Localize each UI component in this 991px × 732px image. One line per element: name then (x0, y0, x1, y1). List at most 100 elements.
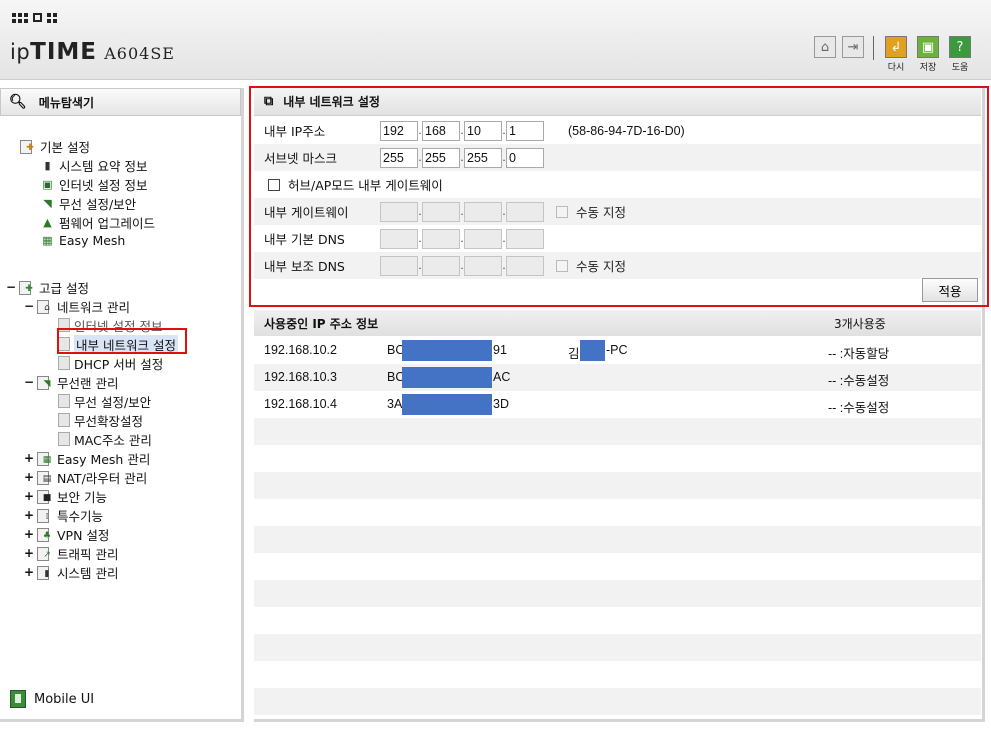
lock-folder-icon: ■ (37, 489, 53, 504)
highlight-box (249, 86, 989, 307)
help-icon: ? (949, 36, 971, 58)
table-row: 192.168.10.4 3A 3D -- :수동설정 (254, 391, 981, 418)
system-folder-icon: ▮ (37, 565, 53, 580)
redacted-mac (402, 340, 492, 361)
tree-special-functions[interactable]: + ⁞ 특수기능 (24, 506, 103, 524)
tree-item-firmware-upgrade[interactable]: ▲ 펌웨어 업그레이드 (40, 213, 155, 231)
empty-row (254, 499, 981, 526)
tree-item-wireless-extension[interactable]: 무선확장설정 (58, 411, 143, 429)
iptime-logo-mark (12, 13, 57, 23)
row-name-start: 김 (568, 347, 580, 361)
tree-security[interactable]: + ■ 보안 기능 (24, 487, 107, 505)
tree-vpn-settings[interactable]: + ♣ VPN 설정 (24, 525, 109, 543)
empty-row (254, 607, 981, 634)
expand-icon[interactable]: + (24, 451, 34, 465)
folder-icon: ✚ (20, 139, 36, 154)
home-icon[interactable]: ⌂ (814, 36, 836, 58)
collapse-icon[interactable]: − (24, 299, 34, 313)
row-ip: 192.168.10.2 (264, 343, 337, 357)
vpn-folder-icon: ♣ (37, 527, 53, 542)
logo: ipTIME A604SE (10, 39, 175, 65)
tree-system-management[interactable]: + ▮ 시스템 관리 (24, 563, 118, 581)
tree-item-wireless-security[interactable]: ◥ 무선 설정/보안 (40, 194, 136, 212)
tree-item-mac-management[interactable]: MAC주소 관리 (58, 430, 152, 448)
empty-row (254, 553, 981, 580)
empty-row (254, 688, 981, 715)
logout-icon[interactable]: ⇥ (842, 36, 864, 58)
help-button[interactable]: ? 도움 (947, 36, 973, 73)
traffic-folder-icon: ↗ (37, 546, 53, 561)
wifi-icon: ◥ (43, 196, 52, 210)
row-mac-end: AC (493, 370, 511, 384)
tree-item-wireless-settings[interactable]: 무선 설정/보안 (58, 392, 151, 410)
expand-icon[interactable]: + (24, 565, 34, 579)
row-ip: 192.168.10.3 (264, 370, 337, 384)
monitor-icon: ▣ (42, 177, 53, 191)
save-button[interactable]: ▣ 저장 (915, 36, 941, 73)
wifi-folder-icon: ◥ (37, 375, 53, 390)
tree-wireless-management[interactable]: − ◥ 무선랜 관리 (24, 373, 118, 391)
save-icon: ▣ (917, 36, 939, 58)
collapse-icon[interactable]: − (24, 375, 34, 389)
menu-explorer-header: 🔍︎ 메뉴탐색기 (0, 88, 241, 116)
tree-easy-mesh-management[interactable]: + ▦ Easy Mesh 관리 (24, 449, 150, 467)
bar-chart-icon: ▮ (44, 158, 51, 172)
row-ip: 192.168.10.4 (264, 397, 337, 411)
model-name: A604SE (104, 44, 175, 63)
row-mode: -- :자동할당 (828, 347, 890, 361)
mesh-icon: ▦ (42, 233, 53, 247)
folder-icon: ✚ (19, 280, 35, 295)
undo-button[interactable]: ↲ 다시 (883, 36, 909, 73)
redacted-name (580, 340, 605, 361)
empty-row (254, 580, 981, 607)
row-mac-end: 3D (493, 397, 509, 411)
page-icon (58, 356, 70, 370)
undo-icon: ↲ (885, 36, 907, 58)
ip-usage-count: 3개사용중 (834, 316, 886, 331)
upgrade-icon: ▲ (43, 215, 52, 229)
row-mode: -- :수동설정 (828, 401, 890, 415)
network-folder-icon: ⌂ (37, 299, 53, 314)
tree-traffic-management[interactable]: + ↗ 트래픽 관리 (24, 544, 118, 562)
tree-item-system-summary[interactable]: ▮ 시스템 요약 정보 (40, 156, 147, 174)
empty-row (254, 661, 981, 688)
empty-row (254, 634, 981, 661)
tree-item-easy-mesh[interactable]: ▦ Easy Mesh (40, 231, 125, 249)
empty-row (254, 418, 981, 445)
sidebar: 🔍︎ 메뉴탐색기 ✚ 기본 설정 ▮ 시스템 요약 정보 ▣ 인터넷 설정 정보… (0, 88, 244, 722)
expand-icon[interactable]: + (24, 470, 34, 484)
mesh-folder-icon: ▦ (37, 451, 53, 466)
page-icon (58, 394, 70, 408)
page-icon (58, 413, 70, 427)
tree-advanced-settings[interactable]: − ✚ 고급 설정 (6, 278, 89, 296)
page-icon (58, 432, 70, 446)
highlight-box (57, 328, 187, 354)
tree-item-dhcp-server[interactable]: DHCP 서버 설정 (58, 354, 163, 372)
expand-icon[interactable]: + (24, 546, 34, 560)
row-mac-start: 3A (387, 397, 403, 411)
empty-row (254, 472, 981, 499)
router-folder-icon: ▤ (37, 470, 53, 485)
expand-icon[interactable]: + (24, 489, 34, 503)
tree-item-internet-info[interactable]: ▣ 인터넷 설정 정보 (40, 175, 147, 193)
mobile-ui-link[interactable]: Mobile UI (10, 690, 94, 708)
tree-network-management[interactable]: − ⌂ 네트워크 관리 (24, 297, 130, 315)
empty-row (254, 526, 981, 553)
row-mac-end: 91 (493, 343, 507, 357)
ip-info-header: 사용중인 IP 주소 정보 3개사용중 (254, 310, 981, 336)
expand-icon[interactable]: + (24, 527, 34, 541)
search-icon: 🔍︎ (9, 94, 27, 110)
collapse-icon[interactable]: − (6, 280, 16, 294)
empty-row (254, 445, 981, 472)
redacted-mac (402, 394, 492, 415)
table-row: 192.168.10.3 BC AC -- :수동설정 (254, 364, 981, 391)
special-folder-icon: ⁞ (37, 508, 53, 523)
toolbar-divider (873, 36, 874, 60)
expand-icon[interactable]: + (24, 508, 34, 522)
tree-basic-settings[interactable]: ✚ 기본 설정 (20, 137, 90, 155)
redacted-mac (402, 367, 492, 388)
tree-nat-router-management[interactable]: + ▤ NAT/라우터 관리 (24, 468, 147, 486)
header-toolbar: ⌂ ⇥ ↲ 다시 ▣ 저장 ? 도움 (814, 36, 973, 73)
header: ipTIME A604SE ⌂ ⇥ ↲ 다시 ▣ 저장 ? 도움 (0, 0, 991, 80)
mobile-icon (10, 690, 26, 708)
